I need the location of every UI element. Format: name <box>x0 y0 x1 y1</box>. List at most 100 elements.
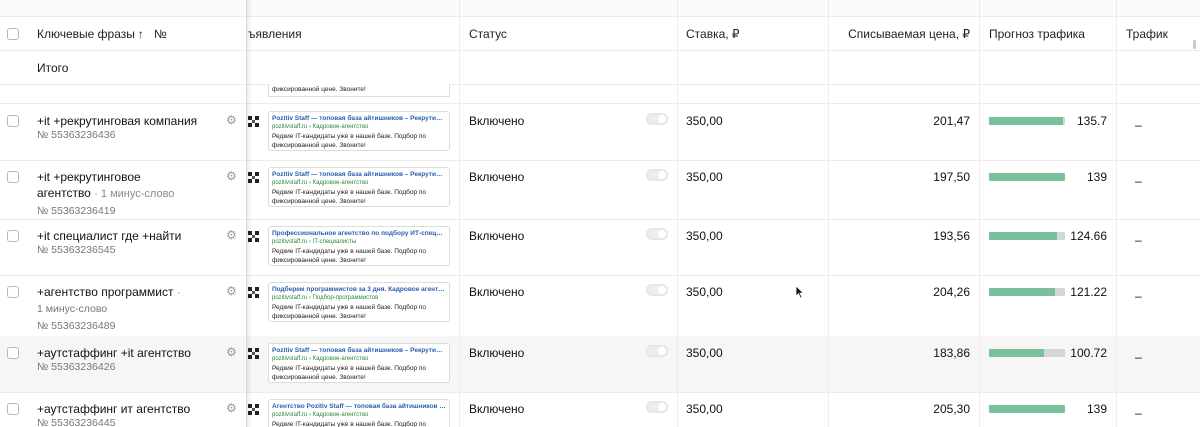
ad-url: pozitivstaff.ru › Подбор-программистов <box>272 295 379 301</box>
column-separator <box>459 0 460 427</box>
ad-url: pozitivstaff.ru › Кадровое-агентство <box>272 124 369 130</box>
bid-value[interactable]: 350,00 <box>686 229 723 243</box>
traffic-value: – <box>1135 350 1142 364</box>
keyword-text-cont: агентство <box>37 186 91 200</box>
bid-value[interactable]: 350,00 <box>686 346 723 360</box>
ad-preview[interactable]: Pozitiv Staff — топовая база айтишников … <box>268 343 450 383</box>
header-price[interactable]: Списываемая цена, ₽ <box>828 17 970 50</box>
keyword-id: № 55363236436 <box>37 129 116 141</box>
ad-title: Профессиональное агентство по подбору ИТ… <box>272 230 446 237</box>
select-all-checkbox[interactable] <box>7 28 19 40</box>
header-bid[interactable]: Ставка, ₽ <box>686 17 740 50</box>
header-number[interactable]: № <box>154 27 167 41</box>
ad-preview[interactable]: Подберем программистов за 3 дня. Кадрово… <box>268 282 450 322</box>
forecast-bar <box>989 232 1065 240</box>
ad-url: pozitivstaff.ru › IT-специалисты <box>272 239 357 245</box>
keyword-phrase[interactable]: +it +рекрутинговая компания <box>37 113 197 129</box>
minus-words[interactable]: · 1 минус-слово <box>94 188 174 200</box>
row-checkbox[interactable] <box>7 230 19 242</box>
keyword-text: +it специалист где +найти <box>37 229 182 243</box>
keyword-phrase[interactable]: +аутстаффинг +it агентство <box>37 345 191 361</box>
keyword-phrase[interactable]: +it +рекрутинговое <box>37 169 141 185</box>
column-separator <box>677 0 678 427</box>
charged-price: 205,30 <box>933 402 970 416</box>
gear-icon[interactable]: ⚙ <box>226 228 237 242</box>
keyword-phrase[interactable]: +агентство программист · <box>37 284 181 301</box>
gear-icon[interactable]: ⚙ <box>226 169 237 183</box>
ad-url: pozitivstaff.ru › Кадровое-агентство <box>272 356 369 362</box>
ad-title: Подберем программистов за 3 дня. Кадрово… <box>272 286 446 293</box>
keyword-line2: агентство · 1 минус-слово <box>37 185 174 202</box>
column-separator <box>828 0 829 427</box>
keyword-phrase[interactable]: +аутстаффинг ит агентство <box>37 401 190 417</box>
ad-text: Редкие IT-кандидаты уже в нашей базе. По… <box>272 248 427 264</box>
ad-text: Редкие IT-кандидаты уже в нашей базе. По… <box>272 133 427 149</box>
forecast-bar <box>989 405 1065 413</box>
keyword-text: +it +рекрутинговое <box>37 170 141 184</box>
charged-price: 183,86 <box>933 346 970 360</box>
keyword-phrase[interactable]: +it специалист где +найти <box>37 228 181 244</box>
ad-title: Pozitiv Staff — топовая база айтишников … <box>272 347 446 354</box>
ad-preview[interactable]: Pozitiv Staff — топовая база айтишников … <box>268 167 450 207</box>
row-checkbox[interactable] <box>7 286 19 298</box>
keyword-id: № 55363236419 <box>37 205 116 217</box>
divider <box>0 84 1200 85</box>
traffic-value: – <box>1135 289 1142 303</box>
bid-value[interactable]: 350,00 <box>686 170 723 184</box>
keyword-id: № 55363236426 <box>37 361 116 373</box>
ad-text: Редкие IT-кандидаты уже в нашей базе. По… <box>272 189 427 205</box>
row-checkbox[interactable] <box>7 171 19 183</box>
total-label: Итого <box>37 61 69 75</box>
forecast-value: 124.66 <box>1070 229 1107 243</box>
forecast-bar-fill <box>989 117 1064 125</box>
ad-text: Редкие IT-кандидаты уже в нашей базе. По… <box>272 304 427 320</box>
keyword-id: № 55363236445 <box>37 417 116 427</box>
bid-value[interactable]: 350,00 <box>686 114 723 128</box>
row-checkbox[interactable] <box>7 347 19 359</box>
forecast-bar-fill <box>989 173 1065 181</box>
keyword-id: № 55363236489 <box>37 320 116 332</box>
header-status[interactable]: Статус <box>469 17 507 50</box>
vertical-scrollbar[interactable] <box>1193 40 1196 49</box>
gear-icon[interactable]: ⚙ <box>226 113 237 127</box>
status-toggle[interactable] <box>646 169 668 181</box>
forecast-bar-fill <box>989 288 1056 296</box>
forecast-value: 139 <box>1086 402 1107 416</box>
header-keywords[interactable]: Ключевые фразы ↑ № <box>37 17 167 50</box>
header-traffic[interactable]: Трафик <box>1126 17 1168 50</box>
charged-price: 193,56 <box>933 229 970 243</box>
minus-separator: · <box>176 287 181 299</box>
status-toggle[interactable] <box>646 228 668 240</box>
traffic-value: – <box>1135 118 1142 132</box>
bid-value[interactable]: 350,00 <box>686 402 723 416</box>
status-toggle[interactable] <box>646 113 668 125</box>
row-checkbox[interactable] <box>7 403 19 415</box>
sticky-column-shadow <box>246 0 252 427</box>
gear-icon[interactable]: ⚙ <box>226 345 237 359</box>
gear-icon[interactable]: ⚙ <box>226 401 237 415</box>
table-row[interactable] <box>0 160 1200 219</box>
forecast-value: 121.22 <box>1070 285 1107 299</box>
ad-title: Pozitiv Staff — топовая база айтишников … <box>272 171 446 178</box>
ad-preview[interactable]: Агентство Pozitiv Staff — топовая база а… <box>268 399 450 427</box>
status-text: Включено <box>469 229 525 243</box>
mouse-cursor-icon <box>795 285 805 299</box>
gear-icon[interactable]: ⚙ <box>226 284 237 298</box>
row-checkbox[interactable] <box>7 115 19 127</box>
forecast-bar <box>989 349 1065 357</box>
ad-preview[interactable]: Профессиональное агентство по подбору ИТ… <box>268 226 450 266</box>
header-forecast[interactable]: Прогноз трафика <box>989 17 1085 50</box>
traffic-value: – <box>1135 233 1142 247</box>
status-toggle[interactable] <box>646 284 668 296</box>
header-ads[interactable]: ъявления <box>248 17 302 50</box>
status-toggle[interactable] <box>646 345 668 357</box>
bid-value[interactable]: 350,00 <box>686 285 723 299</box>
status-text: Включено <box>469 402 525 416</box>
ad-preview[interactable]: Pozitiv Staff — топовая база айтишников … <box>268 111 450 151</box>
minus-words[interactable]: 1 минус-слово <box>37 303 107 315</box>
status-toggle[interactable] <box>646 401 668 413</box>
keyword-text: +аутстаффинг +it агентство <box>37 346 191 360</box>
keyword-line2: 1 минус-слово <box>37 300 107 316</box>
divider <box>0 50 1200 51</box>
sort-arrow-icon[interactable]: ↑ <box>138 27 144 41</box>
